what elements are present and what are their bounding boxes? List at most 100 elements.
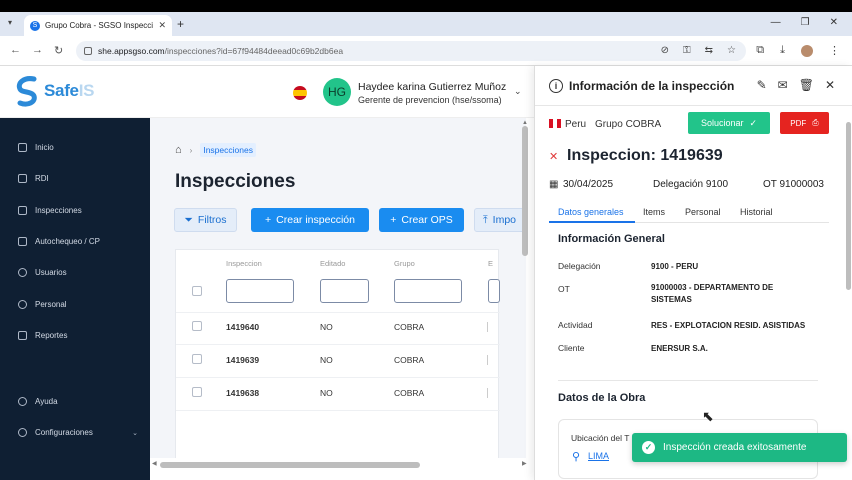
column-header-inspeccion[interactable]: Inspeccion [226,259,262,268]
sidebar-item-inspecciones[interactable]: Inspecciones [18,206,138,215]
breadcrumb: ⌂ › Inspecciones [175,143,256,157]
column-separator [487,388,488,398]
sidebar-item-label: Configuraciones [35,428,93,437]
column-header-editado[interactable]: Editado [320,259,345,268]
row-checkbox[interactable] [192,354,202,364]
sidebar-item-label: Ayuda [35,397,58,406]
toast-message: Inspección creada exitosamente [663,442,807,453]
field-label-cliente: Cliente [558,343,585,353]
row-checkbox[interactable] [192,321,202,331]
filter-e-input[interactable] [488,279,500,303]
main-vertical-scrollbar[interactable] [522,126,528,256]
pdf-button[interactable]: PDF ⎙ [780,112,829,134]
solve-button[interactable]: Solucionar ✓ [688,112,770,134]
menu-kebab-icon[interactable]: ⋮ [829,44,840,57]
screen-top-bar [0,0,852,12]
translate-icon[interactable]: ⇆ [705,45,713,56]
filter-editado-input[interactable] [320,279,369,303]
forward-icon[interactable]: → [32,44,43,56]
solve-button-label: Solucionar [700,118,744,128]
check-circle-icon: ✓ [642,441,655,454]
sidebar-item-inicio[interactable]: Inicio [18,143,138,152]
logo-mark-icon [16,76,37,107]
checklist-icon [18,237,27,246]
tab-close-icon[interactable]: ✕ [158,20,166,31]
tab-historial[interactable]: Historial [740,207,773,217]
scroll-right-arrow-icon[interactable]: ▶ [522,460,527,467]
filter-inspeccion-input[interactable] [226,279,294,303]
sidebar-item-rdi[interactable]: RDI [18,174,138,183]
gear-icon [18,428,27,437]
row-divider [176,344,500,345]
user-menu-chevron-icon[interactable]: ⌄ [514,86,522,97]
key-icon[interactable]: ⚿ [683,45,691,56]
new-tab-icon[interactable]: + [177,17,184,31]
url-input[interactable]: she.appsgso.com/inspecciones?id=67f94484… [76,41,746,61]
create-inspection-label: Crear inspección [276,214,355,226]
field-value-actividad: RES - EXPLOTACION RESID. ASISTIDAS [651,321,806,330]
sidebar-item-label: Inspecciones [35,206,82,215]
main-horizontal-scrollbar[interactable] [160,462,420,468]
create-ops-button[interactable]: + Crear OPS [379,208,464,232]
tab-items[interactable]: Items [643,207,665,217]
cell-grupo: COBRA [394,355,425,365]
back-icon[interactable]: ← [10,44,21,56]
filters-button[interactable]: ⏷ Filtros [174,208,237,232]
location-label: Ubicación del T [571,433,630,443]
scroll-left-arrow-icon[interactable]: ◀ [152,460,157,467]
close-window-icon[interactable]: ✕ [830,17,838,28]
sidebar-item-autochequeo[interactable]: Autochequeo / CP [18,237,138,246]
create-inspection-button[interactable]: + Crear inspección [251,208,369,232]
chevron-down-icon: ⌄ [132,429,138,437]
sidebar-item-personal[interactable]: Personal [18,300,138,309]
minimize-icon[interactable]: — [771,17,781,28]
close-icon[interactable]: ✕ [825,78,835,92]
column-header-e[interactable]: E [488,259,493,268]
mail-icon[interactable]: ✉ [778,78,788,92]
row-checkbox[interactable] [192,387,202,397]
column-header-grupo[interactable]: Grupo [394,259,415,268]
tab-datos-generales[interactable]: Datos generales [558,207,624,217]
language-flag-icon[interactable] [293,86,307,100]
select-all-checkbox[interactable] [192,286,202,296]
sidebar-item-reportes[interactable]: Reportes [18,331,138,340]
import-button[interactable]: ⤒ Impo [474,208,526,232]
browser-tab[interactable]: S Grupo Cobra - SGSO Inspecciones ✕ [24,15,172,36]
field-value-cliente: ENERSUR S.A. [651,344,708,353]
rdi-icon [18,174,27,183]
sidebar-item-usuarios[interactable]: Usuarios [18,268,138,277]
field-label-actividad: Actividad [558,320,593,330]
tab-personal[interactable]: Personal [685,207,721,217]
sidebar-item-configuraciones[interactable]: Configuraciones ⌄ [18,428,138,437]
url-domain: she.appsgso.com [98,46,165,56]
profile-avatar[interactable] [801,44,813,57]
extensions-icon[interactable]: ⧉ [756,44,764,57]
app-logo[interactable]: SafeIS [14,75,94,107]
inspection-ot: OT 91000003 [763,179,824,190]
user-icon [18,268,27,277]
field-value-delegacion: 9100 - PERU [651,262,699,271]
check-circle-icon: ✓ [749,117,758,128]
field-label-ot: OT [558,284,570,294]
site-info-icon[interactable] [84,47,92,55]
cell-inspeccion: 1419640 [226,322,260,332]
edit-icon[interactable]: ✎ [757,78,767,92]
sidebar-item-label: RDI [35,174,49,183]
breadcrumb-inspecciones[interactable]: Inspecciones [200,143,256,157]
trash-icon[interactable]: 🗑 [799,78,814,92]
filter-grupo-input[interactable] [394,279,462,303]
pdf-button-label: PDF [790,118,807,128]
eye-off-icon[interactable]: ⊘ [661,45,669,56]
bookmark-star-icon[interactable]: ☆ [727,45,736,56]
home-icon[interactable]: ⌂ [175,144,182,156]
tab-list-icon[interactable]: ▾ [8,18,12,27]
user-avatar[interactable]: HG [323,78,351,106]
download-icon[interactable]: ⤓ [780,44,785,57]
reload-icon[interactable]: ↻ [54,44,63,57]
location-link[interactable]: LIMA [588,451,609,461]
sidebar-item-ayuda[interactable]: Ayuda [18,397,138,406]
page-title: Inspecciones [175,171,296,192]
restore-icon[interactable]: ❐ [801,17,810,28]
panel-title: Información de la inspección [569,79,735,93]
panel-vertical-scrollbar[interactable] [846,122,851,290]
